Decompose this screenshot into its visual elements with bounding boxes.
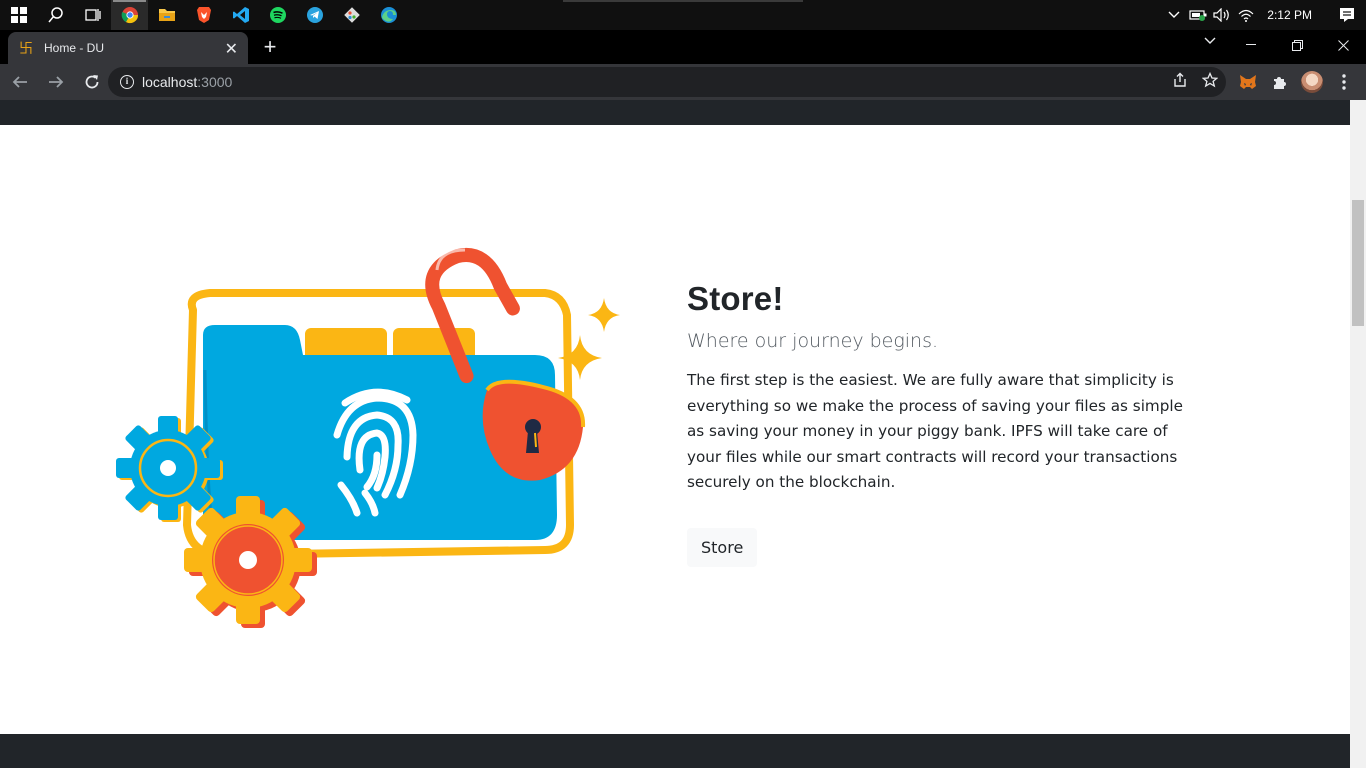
taskbar-git[interactable] [333,0,370,30]
profile-avatar[interactable] [1300,70,1324,94]
restore-button[interactable] [1274,30,1320,60]
git-icon [343,7,360,23]
site-footer [0,734,1350,768]
taskbar-edge[interactable] [370,0,407,30]
back-button[interactable] [4,66,36,98]
site-navbar [0,100,1350,125]
page-viewport: Store! Where our journey begins. The fir… [0,100,1350,768]
browser-tab[interactable]: 卐 Home - DU ✕ [8,32,248,64]
section-lead: Where our journey begins. [687,330,939,352]
brave-icon [196,7,211,23]
extensions-puzzle-icon[interactable] [1268,70,1292,94]
taskbar-search-button[interactable] [37,0,74,30]
chrome-menu-icon[interactable] [1332,70,1356,94]
reload-button[interactable] [76,66,108,98]
tray-overflow-chevron-icon[interactable] [1163,0,1185,30]
task-view-button[interactable] [74,0,111,30]
battery-icon[interactable] [1187,0,1209,30]
page-scrollbar[interactable] [1350,100,1366,768]
system-tray: 2:12 PM [1163,0,1366,30]
forward-arrow-icon [49,76,64,88]
new-tab-button[interactable]: + [258,35,282,59]
back-arrow-icon [12,76,27,88]
volume-icon[interactable] [1211,0,1233,30]
scrollbar-thumb[interactable] [1352,200,1364,326]
forward-button[interactable] [40,66,72,98]
folder-icon [158,9,175,21]
spotify-icon [269,7,286,23]
tab-search-chevron-icon[interactable] [1204,34,1216,48]
store-section: Store! Where our journey begins. The fir… [687,280,1207,567]
store-illustration [116,248,620,628]
task-view-icon [84,9,101,21]
edge-icon [380,7,397,23]
site-info-icon[interactable]: i [120,75,134,89]
tab-favicon-icon: 卐 [19,40,33,56]
wifi-icon[interactable] [1235,0,1257,30]
taskbar-file-explorer[interactable] [148,0,185,30]
extensions-area [1236,64,1366,100]
windows-taskbar: 2:12 PM [0,0,1366,30]
taskbar-indicator [563,0,803,2]
share-icon[interactable] [1172,72,1188,92]
windows-logo-icon [10,7,27,23]
address-port: :3000 [197,74,233,90]
address-host: localhost [142,74,198,90]
search-icon [47,7,63,23]
address-bar[interactable]: i localhost:3000 [108,67,1226,97]
taskbar-telegram[interactable] [296,0,333,30]
taskbar-chrome[interactable] [111,0,148,30]
tab-title: Home - DU [44,41,105,55]
browser-tab-strip: 卐 Home - DU ✕ + [0,30,1366,64]
taskbar-brave[interactable] [185,0,222,30]
telegram-icon [306,7,323,23]
metamask-fox-icon[interactable] [1236,70,1260,94]
start-button[interactable] [0,0,37,30]
section-description: The first step is the easiest. We are fu… [687,371,1183,492]
vscode-icon [232,7,249,23]
minimize-button[interactable] [1228,30,1274,60]
reload-icon [85,75,99,89]
taskbar-clock[interactable]: 2:12 PM [1259,8,1326,22]
section-title: Store! [687,280,784,317]
taskbar-vscode[interactable] [222,0,259,30]
tab-close-icon[interactable]: ✕ [225,39,238,59]
store-button[interactable]: Store [687,527,758,567]
bookmark-star-icon[interactable] [1201,71,1219,92]
browser-toolbar: i localhost:3000 [0,64,1366,100]
window-controls [1228,30,1366,60]
notifications-icon[interactable] [1328,0,1366,30]
taskbar-spotify[interactable] [259,0,296,30]
chrome-icon [121,7,138,24]
close-window-button[interactable] [1320,30,1366,60]
